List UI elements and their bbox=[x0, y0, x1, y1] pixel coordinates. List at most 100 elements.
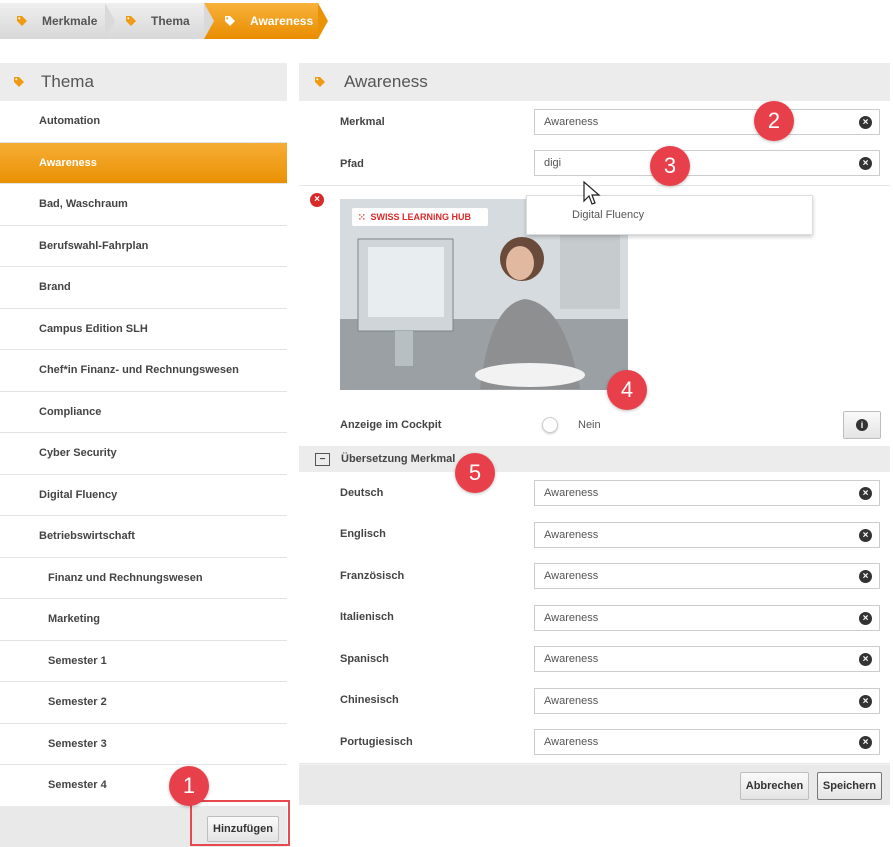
logo-mark-icon: ⁙ bbox=[358, 211, 366, 222]
translation-row: Deutsch Awareness × bbox=[299, 472, 890, 515]
translation-row: Chinesisch Awareness × bbox=[299, 679, 890, 722]
clear-icon[interactable]: × bbox=[859, 116, 872, 129]
translation-row: Italienisch Awareness × bbox=[299, 596, 890, 639]
clear-icon[interactable]: × bbox=[859, 653, 872, 666]
save-button[interactable]: Speichern bbox=[817, 772, 882, 800]
cockpit-toggle[interactable] bbox=[542, 417, 558, 433]
list-item-label: Marketing bbox=[48, 613, 100, 626]
list-item[interactable]: Betriebswirtschaft bbox=[0, 516, 287, 558]
translation-value: Awareness bbox=[544, 528, 599, 541]
breadcrumb-label: Thema bbox=[151, 14, 190, 28]
pfad-row: Pfad digi × bbox=[299, 143, 890, 186]
info-button[interactable]: i bbox=[843, 411, 881, 439]
list-item[interactable]: Compliance bbox=[0, 392, 287, 433]
awareness-panel: Awareness Merkmal Awareness × Pfad digi … bbox=[299, 63, 890, 805]
translation-value: Awareness bbox=[544, 694, 599, 707]
highlight-box bbox=[190, 800, 290, 846]
list-item[interactable]: Finanz und Rechnungswesen bbox=[0, 558, 287, 599]
remove-image-icon[interactable]: × bbox=[310, 193, 324, 207]
list-item-label: Berufswahl-Fahrplan bbox=[39, 239, 149, 252]
tag-icon bbox=[125, 15, 137, 27]
suggestion-item[interactable]: Digital Fluency bbox=[572, 209, 644, 221]
clear-icon[interactable]: × bbox=[859, 611, 872, 625]
translation-value: Awareness bbox=[544, 487, 599, 499]
list-item[interactable]: Campus Edition SLH bbox=[0, 309, 287, 350]
merkmal-input[interactable]: Awareness × bbox=[534, 109, 880, 135]
cockpit-row: Anzeige im Cockpit Nein i bbox=[299, 404, 890, 447]
language-label: Chinesisch bbox=[340, 694, 399, 707]
pfad-input[interactable]: digi × bbox=[534, 150, 880, 176]
list-item[interactable]: Brand bbox=[0, 267, 287, 309]
annotation-badge: 1 bbox=[169, 766, 209, 806]
list-item-label: Semester 4 bbox=[48, 779, 107, 792]
translation-section-header[interactable]: − Übersetzung Merkmal bbox=[299, 446, 890, 472]
panel-title: Awareness bbox=[344, 72, 428, 91]
language-label: Spanisch bbox=[340, 652, 389, 665]
tag-icon bbox=[13, 76, 25, 88]
clear-icon[interactable]: × bbox=[859, 736, 872, 749]
annotation-badge: 2 bbox=[754, 101, 794, 141]
cockpit-label: Anzeige im Cockpit bbox=[340, 419, 442, 431]
translation-row: Englisch Awareness × bbox=[299, 513, 890, 556]
list-item-label: Awareness bbox=[39, 156, 97, 169]
list-item-label: Campus Edition SLH bbox=[39, 322, 148, 335]
tag-icon bbox=[16, 15, 28, 27]
cockpit-toggle-label: Nein bbox=[578, 419, 601, 431]
list-item[interactable]: Bad, Waschraum bbox=[0, 184, 287, 226]
list-item[interactable]: Semester 1 bbox=[0, 641, 287, 682]
thema-panel: Thema Automation Awareness Bad, Waschrau… bbox=[0, 63, 287, 847]
annotation-badge: 3 bbox=[650, 146, 690, 186]
collapse-icon[interactable]: − bbox=[315, 452, 330, 466]
merkmal-label: Merkmal bbox=[340, 116, 385, 128]
list-item-label: Automation bbox=[39, 115, 101, 128]
translation-row: Französisch Awareness × bbox=[299, 555, 890, 598]
breadcrumb-awareness[interactable]: Awareness bbox=[204, 3, 328, 39]
cancel-button[interactable]: Abbrechen bbox=[740, 772, 809, 800]
list-item[interactable]: Awareness bbox=[0, 142, 287, 184]
list-item[interactable]: Cyber Security bbox=[0, 433, 287, 475]
translation-input[interactable]: Awareness × bbox=[534, 604, 880, 631]
annotation-badge: 5 bbox=[455, 453, 495, 493]
translation-input[interactable]: Awareness × bbox=[534, 646, 880, 672]
translation-value: Awareness bbox=[544, 736, 599, 748]
awareness-panel-header: Awareness bbox=[299, 63, 890, 101]
clear-icon[interactable]: × bbox=[859, 157, 872, 170]
thema-panel-header: Thema bbox=[0, 63, 287, 101]
list-item-label: Cyber Security bbox=[39, 447, 117, 460]
language-label: Englisch bbox=[340, 528, 386, 541]
translation-input[interactable]: Awareness × bbox=[534, 521, 880, 548]
breadcrumb-label: Awareness bbox=[250, 14, 314, 28]
list-item[interactable]: Marketing bbox=[0, 599, 287, 641]
pfad-label: Pfad bbox=[340, 158, 364, 170]
breadcrumb-thema[interactable]: Thema bbox=[105, 3, 214, 39]
merkmal-row: Merkmal Awareness × bbox=[299, 101, 890, 144]
list-item-label: Compliance bbox=[39, 405, 102, 418]
clear-icon[interactable]: × bbox=[859, 528, 872, 542]
list-item[interactable]: Semester 3 bbox=[0, 724, 287, 765]
breadcrumb-merkmale[interactable]: Merkmale bbox=[0, 3, 115, 39]
list-item[interactable]: Chef*in Finanz- und Rechnungswesen bbox=[0, 350, 287, 392]
translation-value: Awareness bbox=[544, 653, 599, 665]
breadcrumb: Merkmale Thema Awareness bbox=[0, 3, 328, 39]
list-item[interactable]: Automation bbox=[0, 101, 287, 143]
list-item[interactable]: Berufswahl-Fahrplan bbox=[0, 226, 287, 267]
list-item[interactable]: Semester 2 bbox=[0, 682, 287, 724]
clear-icon[interactable]: × bbox=[859, 487, 872, 500]
logo-text: SWISS LEARNiNG HUB bbox=[370, 212, 472, 222]
language-label: Französisch bbox=[340, 569, 405, 582]
language-label: Italienisch bbox=[340, 611, 394, 624]
swiss-learning-hub-logo: ⁙ SWISS LEARNiNG HUB bbox=[352, 208, 488, 226]
translation-input[interactable]: Awareness × bbox=[534, 729, 880, 755]
list-item[interactable]: Digital Fluency bbox=[0, 475, 287, 516]
list-item-label: Semester 3 bbox=[48, 737, 107, 750]
translation-input[interactable]: Awareness × bbox=[534, 480, 880, 506]
pfad-value: digi bbox=[544, 157, 562, 169]
clear-icon[interactable]: × bbox=[859, 694, 872, 708]
language-label: Portugiesisch bbox=[340, 736, 413, 748]
autocomplete-dropdown: Digital Fluency bbox=[526, 195, 813, 235]
clear-icon[interactable]: × bbox=[859, 570, 872, 583]
translation-input[interactable]: Awareness × bbox=[534, 687, 880, 714]
translation-input[interactable]: Awareness × bbox=[534, 563, 880, 589]
list-item-label: Bad, Waschraum bbox=[39, 198, 128, 211]
thema-list: Automation Awareness Bad, Waschraum Beru… bbox=[0, 101, 287, 807]
